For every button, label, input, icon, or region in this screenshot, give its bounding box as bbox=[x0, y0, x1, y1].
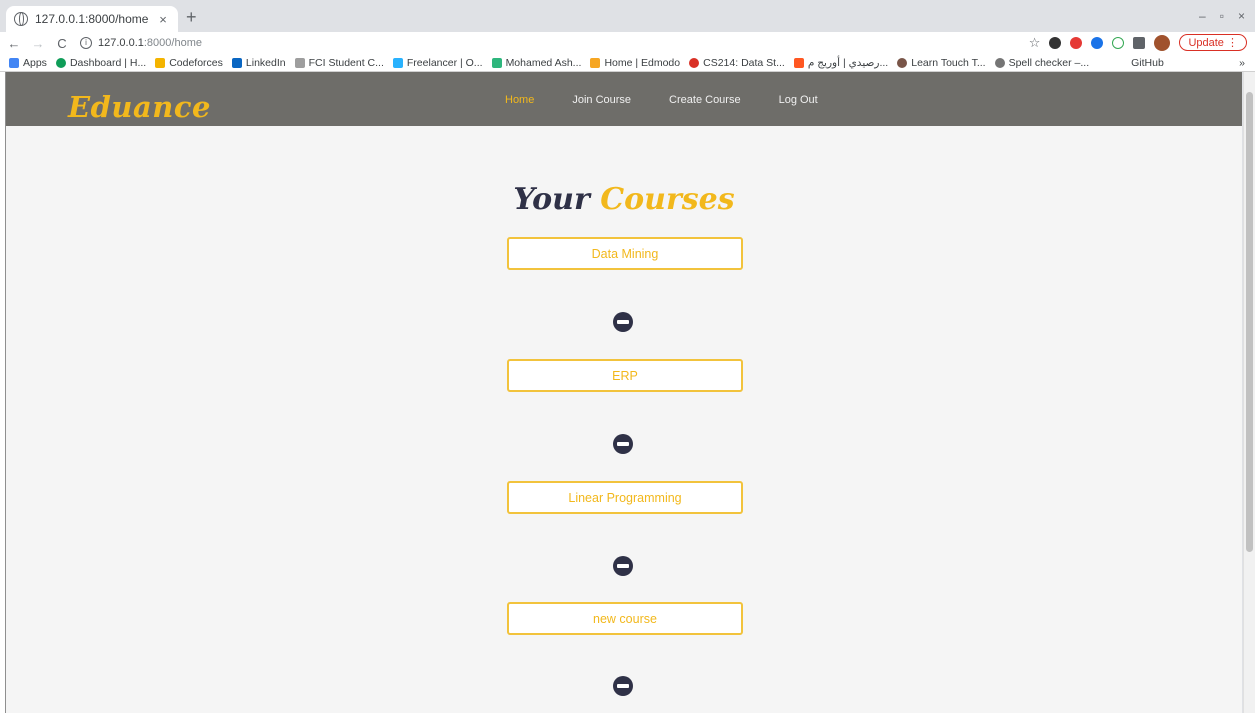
close-window-button[interactable]: × bbox=[1238, 9, 1245, 23]
restore-button[interactable]: ▫ bbox=[1220, 9, 1224, 23]
remove-course-icon[interactable] bbox=[613, 676, 633, 696]
url-host: 127.0.0.1 bbox=[98, 37, 144, 49]
scrollbar-thumb[interactable] bbox=[1246, 92, 1253, 552]
site-navbar: Eduance Home Join Course Create Course L… bbox=[6, 72, 1242, 126]
color-extension-icon[interactable] bbox=[1070, 36, 1083, 49]
profile-avatar[interactable] bbox=[1154, 34, 1171, 51]
bookmark-freelancer[interactable]: Freelancer | O... bbox=[392, 57, 483, 69]
slack-icon bbox=[491, 57, 502, 68]
window-controls: – ▫ × bbox=[1199, 9, 1245, 23]
forward-arrow-icon[interactable]: → bbox=[28, 36, 48, 51]
puzzle-icon[interactable] bbox=[1133, 36, 1146, 49]
fci-icon bbox=[294, 57, 305, 68]
page-title-your: Your bbox=[513, 182, 590, 217]
back-arrow-icon[interactable]: ← bbox=[4, 36, 24, 51]
dashboard-icon bbox=[55, 57, 66, 68]
bookmark-edmodo[interactable]: Home | Edmodo bbox=[590, 57, 680, 69]
apps-grid-icon bbox=[9, 57, 19, 68]
tab-title: 127.0.0.1:8000/home bbox=[35, 12, 149, 26]
browser-tabstrip: 127.0.0.1:8000/home × + – ▫ × bbox=[0, 0, 1255, 32]
bookmark-typing[interactable]: Learn Touch T... bbox=[897, 57, 986, 69]
reload-icon[interactable]: C bbox=[52, 36, 72, 51]
course-button-new-course[interactable]: new course bbox=[507, 602, 743, 635]
url-path: :8000/home bbox=[143, 37, 202, 49]
eyedropper-extension-icon[interactable] bbox=[1049, 36, 1062, 49]
remove-course-icon[interactable] bbox=[613, 312, 633, 332]
new-tab-button[interactable]: + bbox=[186, 7, 197, 28]
remove-course-icon[interactable] bbox=[613, 434, 633, 454]
orange-icon bbox=[793, 57, 804, 68]
linkedin-icon bbox=[231, 57, 242, 68]
remove-course-icon[interactable] bbox=[613, 556, 633, 576]
course-button-erp[interactable]: ERP bbox=[507, 359, 743, 392]
update-button[interactable]: Update ⋮ bbox=[1179, 34, 1247, 51]
page-title-courses: Courses bbox=[600, 182, 735, 217]
typing-icon bbox=[897, 57, 908, 68]
globe-icon bbox=[14, 12, 28, 26]
page-scrollbar[interactable] bbox=[1243, 72, 1255, 713]
bookmark-fci[interactable]: FCI Student C... bbox=[294, 57, 384, 69]
bookmark-slack[interactable]: Mohamed Ash... bbox=[491, 57, 581, 69]
browser-toolbar: ← → C i 127.0.0.1:8000/home ☆ Update ⋮ bbox=[0, 32, 1255, 54]
spellcheck-icon bbox=[994, 57, 1005, 68]
bookmark-dashboard[interactable]: Dashboard | H... bbox=[55, 57, 146, 69]
bookmarks-overflow-icon[interactable]: » bbox=[1239, 57, 1245, 69]
update-label: Update bbox=[1188, 37, 1224, 49]
blue-extension-icon[interactable] bbox=[1091, 36, 1104, 49]
bookmark-codeforces[interactable]: Codeforces bbox=[155, 57, 223, 69]
address-bar[interactable]: i 127.0.0.1:8000/home bbox=[80, 34, 1020, 52]
check-extension-icon[interactable] bbox=[1112, 36, 1125, 49]
freelancer-icon bbox=[392, 57, 403, 68]
bookmark-cs214[interactable]: CS214: Data St... bbox=[689, 57, 785, 69]
nav-links: Home Join Course Create Course Log Out bbox=[486, 94, 837, 106]
course-button-linear-programming[interactable]: Linear Programming bbox=[507, 481, 743, 514]
close-tab-button[interactable]: × bbox=[156, 12, 170, 27]
edmodo-icon bbox=[590, 57, 601, 68]
page-viewport: Eduance Home Join Course Create Course L… bbox=[6, 72, 1242, 713]
info-icon[interactable]: i bbox=[80, 37, 92, 49]
browser-tab[interactable]: 127.0.0.1:8000/home × bbox=[6, 6, 178, 32]
codeforces-icon bbox=[155, 57, 166, 68]
extensions-area: ☆ Update ⋮ bbox=[1029, 34, 1247, 51]
nav-home[interactable]: Home bbox=[486, 94, 553, 106]
bookmark-orange[interactable]: رصيدي | أوريج م... bbox=[793, 57, 888, 69]
bookmark-github[interactable]: GitHub bbox=[1131, 57, 1164, 69]
course-button-data-mining[interactable]: Data Mining bbox=[507, 237, 743, 270]
nav-create-course[interactable]: Create Course bbox=[650, 94, 760, 106]
nav-log-out[interactable]: Log Out bbox=[760, 94, 837, 106]
bookmark-apps[interactable]: Apps bbox=[9, 57, 47, 69]
bookmark-linkedin[interactable]: LinkedIn bbox=[231, 57, 286, 69]
minimize-button[interactable]: – bbox=[1199, 9, 1206, 23]
bookmark-spellcheck[interactable]: Spell checker –... bbox=[994, 57, 1089, 69]
bookmarks-bar: Apps Dashboard | H... Codeforces LinkedI… bbox=[0, 54, 1255, 72]
page-title: Your Courses bbox=[6, 182, 1242, 217]
brand-logo[interactable]: Eduance bbox=[68, 90, 211, 124]
star-icon[interactable]: ☆ bbox=[1029, 35, 1041, 51]
coursera-icon bbox=[689, 57, 700, 68]
nav-join-course[interactable]: Join Course bbox=[553, 94, 650, 106]
